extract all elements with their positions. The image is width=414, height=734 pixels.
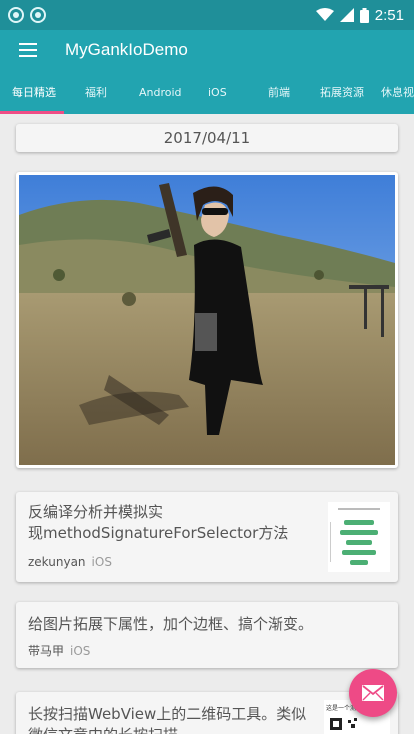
mail-icon bbox=[362, 685, 384, 701]
hamburger-menu-icon[interactable] bbox=[19, 43, 37, 57]
tab-extended-resources[interactable]: 拓展资源 bbox=[320, 70, 364, 114]
status-bar-right: 2:51 bbox=[315, 6, 404, 24]
article-title: 反编译分析并模拟实 现methodSignatureForSelector方法 bbox=[28, 502, 288, 544]
article-title: 给图片拓展下属性，加个边框、搞个渐变。 bbox=[28, 615, 314, 633]
article-title-line: 长按扫描WebView上的二维码工具。类似 bbox=[28, 705, 307, 723]
tab-rest-videos[interactable]: 休息视 bbox=[381, 70, 414, 114]
tab-daily-picks[interactable]: 每日精选 bbox=[12, 70, 56, 114]
tab-android[interactable]: Android bbox=[139, 70, 182, 114]
content-list[interactable]: 2017/04/11 反编译分析并模拟实 现methodSignatureFor… bbox=[0, 114, 414, 734]
article-tag: iOS bbox=[91, 555, 112, 569]
article-title: 长按扫描WebView上的二维码工具。类似 微信文章中的长按扫描 bbox=[28, 704, 306, 734]
article-card[interactable]: 反编译分析并模拟实 现methodSignatureForSelector方法 … bbox=[16, 492, 398, 582]
article-meta: zekunyan iOS bbox=[28, 555, 112, 569]
photo-card[interactable] bbox=[16, 172, 398, 468]
sync-icon bbox=[30, 7, 46, 23]
app-title: MyGankIoDemo bbox=[65, 40, 188, 59]
app-bar: MyGankIoDemo bbox=[0, 30, 414, 70]
article-title-line: 微信文章中的长按扫描 bbox=[28, 725, 306, 734]
clock: 2:51 bbox=[374, 6, 404, 24]
welfare-photo bbox=[19, 175, 395, 465]
sync-icon bbox=[8, 7, 24, 23]
article-author: zekunyan bbox=[28, 555, 86, 569]
article-author: 带马甲 bbox=[28, 644, 65, 658]
battery-icon bbox=[359, 7, 369, 23]
tab-welfare[interactable]: 福利 bbox=[85, 70, 107, 114]
article-card[interactable]: 长按扫描WebView上的二维码工具。类似 微信文章中的长按扫描 这是一个测试的… bbox=[16, 692, 398, 734]
signal-icon bbox=[339, 8, 354, 22]
tab-bar: 每日精选 福利 Android iOS 前端 拓展资源 休息视 bbox=[0, 70, 414, 114]
article-title-line: 现methodSignatureForSelector方法 bbox=[28, 524, 289, 542]
article-title-line: 反编译分析并模拟实 bbox=[28, 503, 164, 521]
article-card[interactable]: 给图片拓展下属性，加个边框、搞个渐变。 带马甲 iOS bbox=[16, 602, 398, 668]
tab-ios[interactable]: iOS bbox=[208, 70, 227, 114]
mail-fab-button[interactable] bbox=[349, 669, 397, 717]
wifi-icon bbox=[315, 8, 334, 21]
tab-frontend[interactable]: 前端 bbox=[268, 70, 290, 114]
article-meta: 带马甲 iOS bbox=[28, 642, 90, 659]
article-thumbnail bbox=[328, 502, 390, 572]
article-tag: iOS bbox=[70, 644, 91, 658]
date-header: 2017/04/11 bbox=[16, 124, 398, 152]
status-bar: 2:51 bbox=[0, 0, 414, 30]
